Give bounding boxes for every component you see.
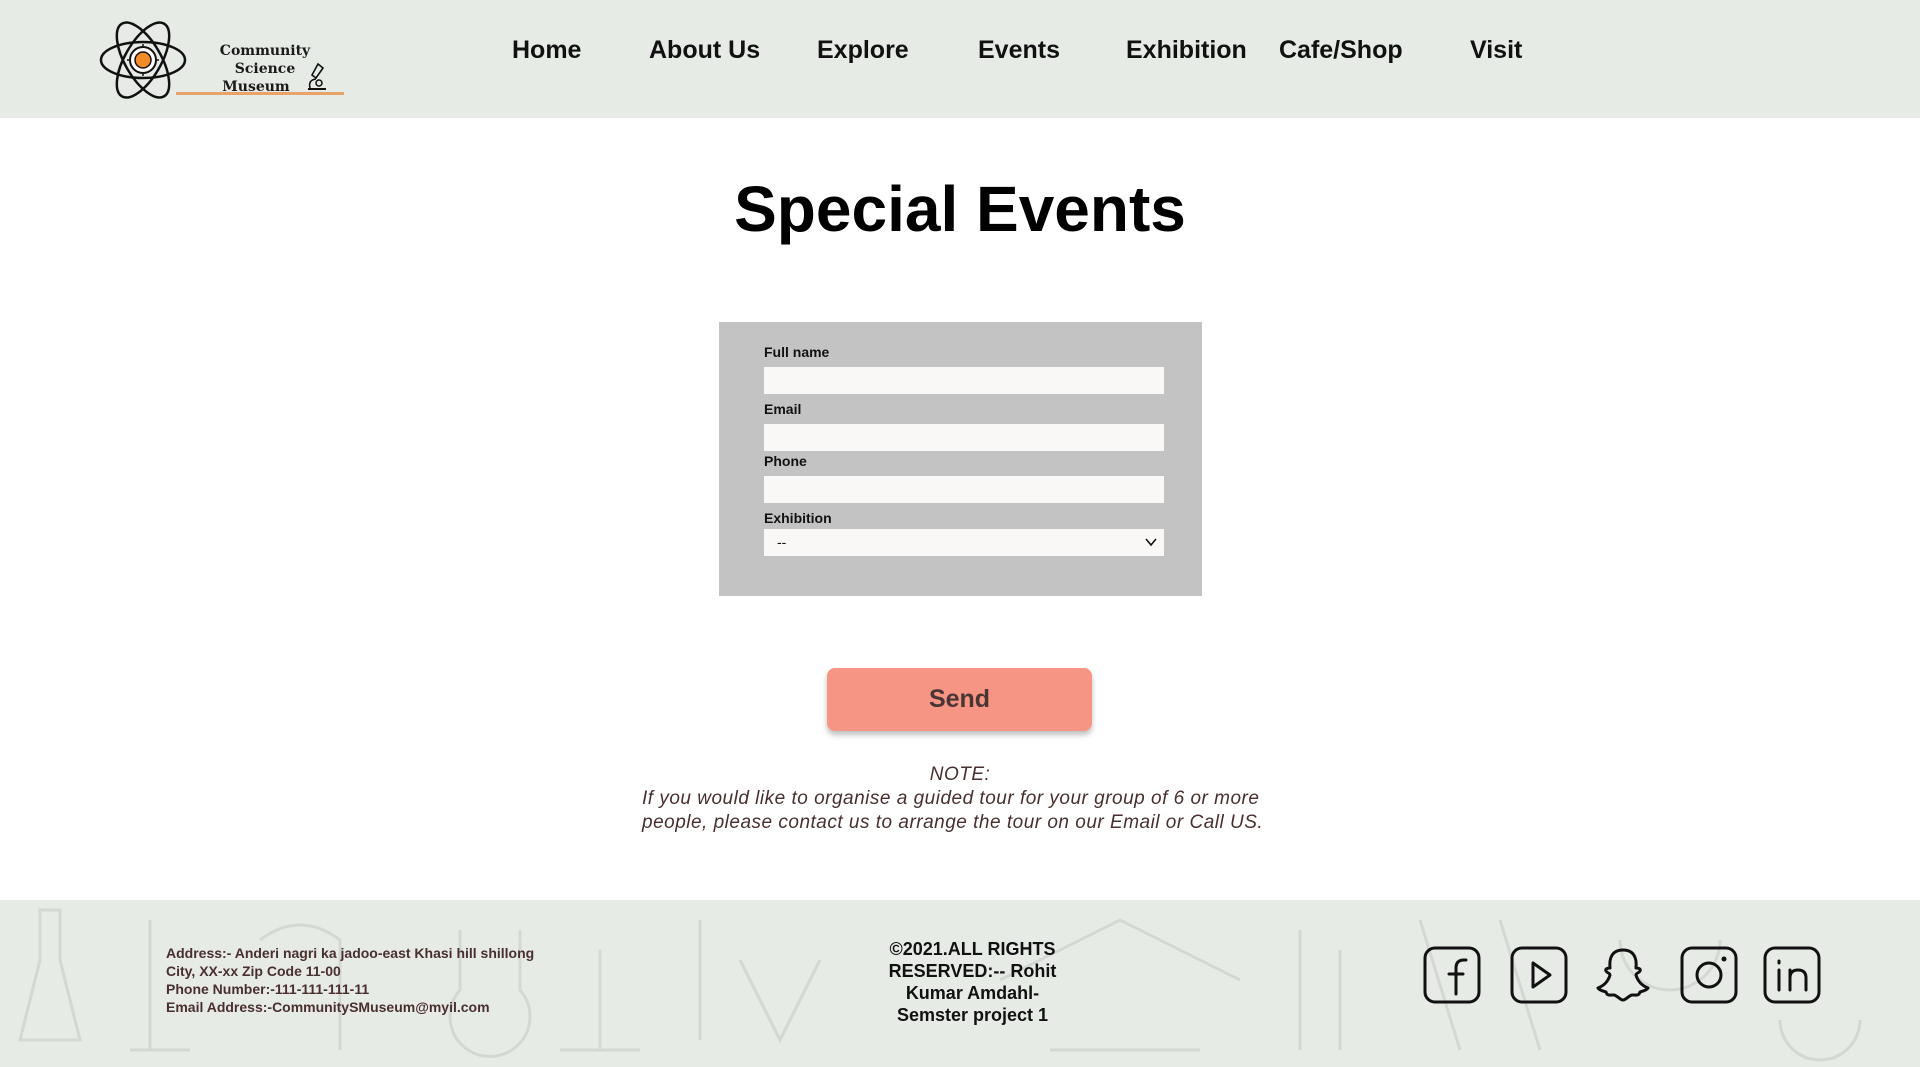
footer-email: Email Address:-CommunitySMuseum@myil.com xyxy=(166,999,490,1015)
email-label: Email xyxy=(764,401,802,417)
send-button[interactable]: Send xyxy=(827,668,1092,731)
note-body: If you would like to organise a guided t… xyxy=(600,787,1320,835)
snapchat-icon[interactable] xyxy=(1594,946,1652,1004)
footer-contact-info: Address:- Anderi nagri ka jadoo-east Kha… xyxy=(166,944,534,1016)
footer-address-line2: City, XX-xx Zip Code 11-00 xyxy=(166,963,341,979)
facebook-icon[interactable] xyxy=(1423,946,1481,1004)
youtube-icon[interactable] xyxy=(1510,946,1568,1004)
nav-explore[interactable]: Explore xyxy=(817,36,909,65)
linkedin-icon[interactable] xyxy=(1763,946,1821,1004)
logo-underline xyxy=(176,92,344,95)
copyright-line4: Semster project 1 xyxy=(896,1005,1049,1025)
nav-events[interactable]: Events xyxy=(978,36,1060,65)
note-line-2: people, please contact us to arrange the… xyxy=(642,812,1264,833)
nav-home[interactable]: Home xyxy=(512,36,581,65)
chevron-down-icon xyxy=(1145,538,1157,547)
nav-visit[interactable]: Visit xyxy=(1470,36,1522,65)
note-title: NOTE: xyxy=(929,764,991,785)
exhibition-label: Exhibition xyxy=(764,510,832,526)
exhibition-select-value: -- xyxy=(777,534,787,550)
page-title: Special Events xyxy=(734,173,1186,245)
full-name-input[interactable] xyxy=(764,367,1164,394)
instagram-icon[interactable] xyxy=(1680,946,1738,1004)
exhibition-select[interactable]: -- xyxy=(764,529,1164,556)
event-registration-form: Full name Email Phone Exhibition -- xyxy=(719,322,1202,596)
site-header: Community Science Museum Home About Us E… xyxy=(0,0,1920,118)
site-footer: Address:- Anderi nagri ka jadoo-east Kha… xyxy=(0,900,1920,1067)
email-input[interactable] xyxy=(764,424,1164,451)
copyright-line3: Kumar Amdahl- xyxy=(905,983,1040,1003)
copyright-line2: RESERVED:-- Rohit xyxy=(888,961,1057,981)
nav-exhibition[interactable]: Exhibition xyxy=(1126,36,1247,65)
footer-phone: Phone Number:-111-111-111-11 xyxy=(166,981,370,997)
phone-input[interactable] xyxy=(764,476,1164,503)
nav-cafe-shop[interactable]: Cafe/Shop xyxy=(1279,36,1403,65)
note-line-1: If you would like to organise a guided t… xyxy=(642,788,1260,809)
phone-label: Phone xyxy=(764,453,807,469)
footer-copyright: ©2021.ALL RIGHTS RESERVED:-- Rohit Kumar… xyxy=(880,938,1065,1026)
full-name-label: Full name xyxy=(764,344,830,360)
main-nav: Home About Us Explore Events Exhibition … xyxy=(0,36,1920,76)
copyright-line1: ©2021.ALL RIGHTS xyxy=(889,939,1056,959)
note-section: NOTE: If you would like to organise a gu… xyxy=(600,763,1320,835)
nav-about-us[interactable]: About Us xyxy=(649,36,760,65)
footer-address-line1: Address:- Anderi nagri ka jadoo-east Kha… xyxy=(166,945,535,961)
